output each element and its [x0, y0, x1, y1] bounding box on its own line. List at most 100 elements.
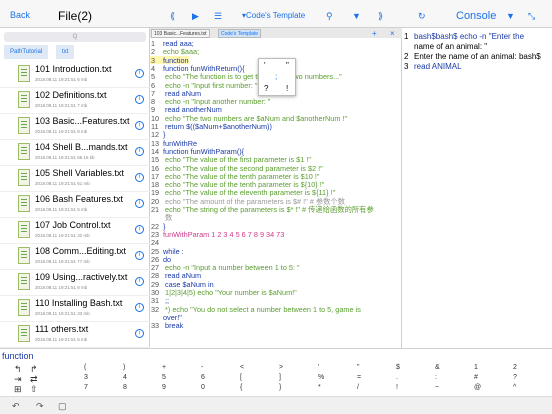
symbol-key[interactable]: ? [513, 374, 517, 381]
info-icon[interactable]: i [135, 147, 144, 156]
symbol-key[interactable]: & [435, 364, 440, 371]
symbol-key[interactable]: ' [318, 364, 319, 371]
symbol-key[interactable]: - [201, 364, 203, 371]
file-list-item[interactable]: 104 Shell B...mands.txt 2018.08.11 19:21:… [0, 140, 150, 166]
symbol-key[interactable]: ~ [435, 384, 439, 391]
code-template-dropdown[interactable]: ▾Code's Template [242, 11, 305, 20]
symbol-key[interactable]: ( [84, 364, 86, 371]
symbol-key[interactable]: ^ [513, 384, 516, 391]
symbol-key[interactable]: . [396, 374, 398, 381]
file-list-item[interactable]: 109 Using...ractively.txt 2018.08.11 19:2… [0, 270, 150, 296]
popup-key[interactable]: ; [275, 72, 277, 81]
code-line: 14 function funWithParam(){ [150, 147, 244, 156]
symbol-key[interactable]: $ [396, 364, 400, 371]
collapse-icon[interactable]: ⤡ [528, 11, 535, 22]
symbol-key[interactable]: > [279, 364, 283, 371]
symbol-key[interactable]: / [357, 384, 359, 391]
file-list-item[interactable]: 111 others.txt 2018.08.11 19:21:51 5 mb i [0, 322, 150, 348]
symbol-key[interactable]: 1 [474, 364, 478, 371]
symbol-key[interactable]: @ [474, 384, 481, 391]
info-icon[interactable]: i [135, 277, 144, 286]
code-line: 18 echo "The value of the tenth paramete… [150, 180, 324, 189]
close-tab-icon[interactable]: × [390, 29, 395, 38]
symbol-key[interactable]: < [240, 364, 244, 371]
symbol-key[interactable]: { [240, 384, 242, 391]
symbol-key[interactable]: : [435, 374, 437, 381]
symbol-key[interactable]: 4 [123, 374, 127, 381]
symbol-key[interactable]: + [162, 364, 166, 371]
code-line: 9 read anotherNum [150, 105, 222, 114]
clipboard-icon[interactable]: ▢ [58, 401, 67, 412]
add-tab-icon[interactable]: + [372, 29, 377, 38]
info-icon[interactable]: i [135, 173, 144, 182]
file-name: 101 Introduction.txt [35, 64, 112, 74]
symbol-key[interactable]: } [279, 384, 281, 391]
popup-key[interactable]: ? [264, 84, 268, 93]
info-icon[interactable]: i [135, 69, 144, 78]
symbol-key[interactable]: % [318, 374, 324, 381]
symbol-popup[interactable]: ' " ; ? ! [258, 58, 296, 96]
breadcrumb-item[interactable]: txt [56, 45, 75, 59]
back-button[interactable]: Back [10, 10, 30, 20]
text-file-icon [18, 65, 30, 82]
console-line-number: 2 [404, 52, 409, 61]
grid-icon[interactable]: ⊞ [14, 384, 22, 395]
redo-icon[interactable]: ↷ [36, 401, 44, 412]
file-list-item[interactable]: 107 Job Control.txt 2018.08.11 19:21:51 3… [0, 218, 150, 244]
symbol-key[interactable]: 9 [162, 384, 166, 391]
symbol-key[interactable]: ) [123, 364, 125, 371]
symbol-key[interactable]: # [474, 374, 478, 381]
file-list-item[interactable]: 110 Installing Bash.txt 2018.08.11 19:21:… [0, 296, 150, 322]
undo-icon[interactable]: ↶ [12, 401, 20, 412]
indent-right-icon[interactable]: ⟫ [378, 11, 383, 22]
info-icon[interactable]: i [135, 303, 144, 312]
popup-key[interactable]: ! [286, 84, 288, 93]
code-line: 25 while : [150, 247, 184, 256]
console-dropdown-icon[interactable]: ▼ [506, 11, 515, 21]
code-line: 24 [150, 238, 163, 247]
dropdown-icon[interactable]: ▼ [352, 11, 361, 21]
info-icon[interactable]: i [135, 225, 144, 234]
symbol-key[interactable]: 0 [201, 384, 205, 391]
popup-key[interactable]: ' [264, 61, 266, 70]
info-icon[interactable]: i [135, 251, 144, 260]
file-list-item[interactable]: 106 Bash Features.txt 2018.08.11 19:21:51… [0, 192, 150, 218]
symbol-key[interactable]: 5 [162, 374, 166, 381]
file-list-item[interactable]: 103 Basic...Features.txt 2018.08.11 19:21… [0, 114, 150, 140]
file-meta: 2018.08.11 19:21:51 8 mb [35, 285, 88, 290]
breadcrumb-item[interactable]: PathTutorial [4, 45, 49, 59]
tab-code-template[interactable]: Code's Template [218, 29, 261, 38]
symbol-key[interactable]: 8 [123, 384, 127, 391]
refresh-icon[interactable]: ↻ [418, 11, 426, 22]
symbol-key[interactable]: = [357, 374, 361, 381]
symbol-key[interactable]: 3 [84, 374, 88, 381]
shift-icon[interactable]: ⇧ [30, 384, 38, 395]
symbol-key[interactable]: " [357, 364, 360, 371]
run-icon[interactable]: ▶ [192, 11, 199, 22]
info-icon[interactable]: i [135, 199, 144, 208]
info-icon[interactable]: i [135, 95, 144, 104]
search-input[interactable]: Q [4, 32, 146, 42]
file-list-item[interactable]: 102 Definitions.txt 2018.08.11 19:21:51 7… [0, 88, 150, 114]
keyword-suggestion[interactable]: function [2, 351, 34, 361]
breadcrumb: PathTutorial txt [0, 45, 150, 59]
symbol-key[interactable]: ] [279, 374, 281, 381]
info-icon[interactable]: i [135, 121, 144, 130]
list-icon[interactable]: ☰ [214, 11, 222, 22]
info-icon[interactable]: i [135, 329, 144, 338]
search-icon[interactable]: ⚲ [326, 11, 333, 22]
symbol-key[interactable]: * [318, 384, 321, 391]
symbol-key[interactable]: ! [396, 384, 398, 391]
file-list-item[interactable]: 101 Introduction.txt 2018.08.11 19:21:51 … [0, 62, 150, 88]
code-line: 20 echo "The amount of the parameters is… [150, 197, 345, 206]
symbol-key[interactable]: 6 [201, 374, 205, 381]
file-list-item[interactable]: 108 Comm...Editing.txt 2018.08.11 19:21:5… [0, 244, 150, 270]
symbol-key[interactable]: 7 [84, 384, 88, 391]
popup-key[interactable]: " [286, 61, 289, 70]
symbol-key[interactable]: [ [240, 374, 242, 381]
code-line: 4 function funWithReturn(){ [150, 64, 245, 73]
indent-left-icon[interactable]: ⟪ [170, 11, 175, 22]
file-list-item[interactable]: 105 Shell Variables.txt 2018.08.11 19:21:… [0, 166, 150, 192]
symbol-key[interactable]: 2 [513, 364, 517, 371]
tab-file[interactable]: 103 Basic...Features.txt [151, 29, 210, 38]
